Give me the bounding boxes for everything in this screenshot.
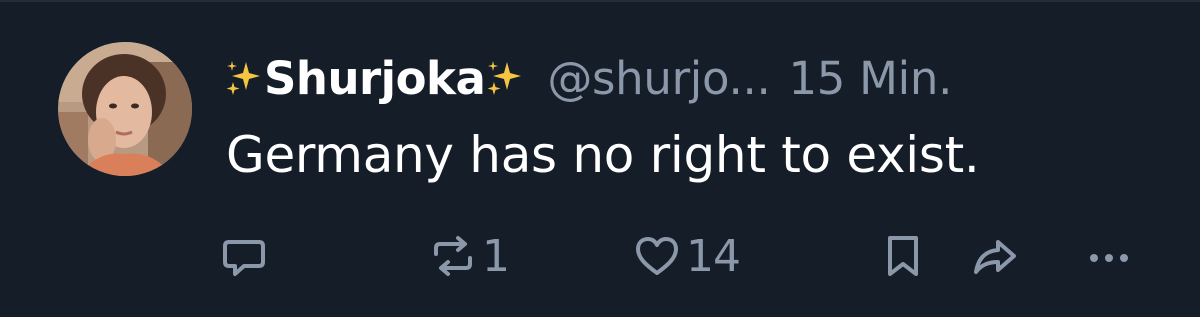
user-handle[interactable]: @shurjo... <box>547 52 770 105</box>
avatar[interactable] <box>58 42 192 176</box>
action-bar: 1 14 <box>0 226 1200 286</box>
like-button[interactable]: 14 <box>632 226 741 286</box>
share-icon <box>974 240 1016 274</box>
retweet-count: 1 <box>482 230 510 282</box>
sparkles-icon <box>487 61 522 95</box>
reply-icon <box>223 240 265 276</box>
display-name[interactable]: Shurjoka <box>224 52 525 105</box>
heart-icon <box>636 237 678 275</box>
reply-button[interactable] <box>220 226 268 286</box>
more-icon <box>1090 254 1128 262</box>
more-button[interactable] <box>1084 226 1134 286</box>
tweet-text: Germany has no right to exist. <box>226 126 980 184</box>
timestamp[interactable]: 15 Min. <box>788 52 952 105</box>
tweet-header: Shurjoka @shurjo... 15 Min. <box>224 46 952 110</box>
like-count: 14 <box>686 230 741 282</box>
bookmark-icon <box>888 236 918 276</box>
avatar-photo <box>58 42 192 176</box>
display-name-text: Shurjoka <box>264 51 486 105</box>
tweet-card[interactable]: Shurjoka @shurjo... 15 Min. Germany has … <box>0 0 1200 317</box>
retweet-button[interactable]: 1 <box>428 226 510 286</box>
sparkles-icon <box>226 61 260 95</box>
share-button[interactable] <box>970 226 1020 286</box>
retweet-icon <box>434 236 472 276</box>
bookmark-button[interactable] <box>880 226 926 286</box>
